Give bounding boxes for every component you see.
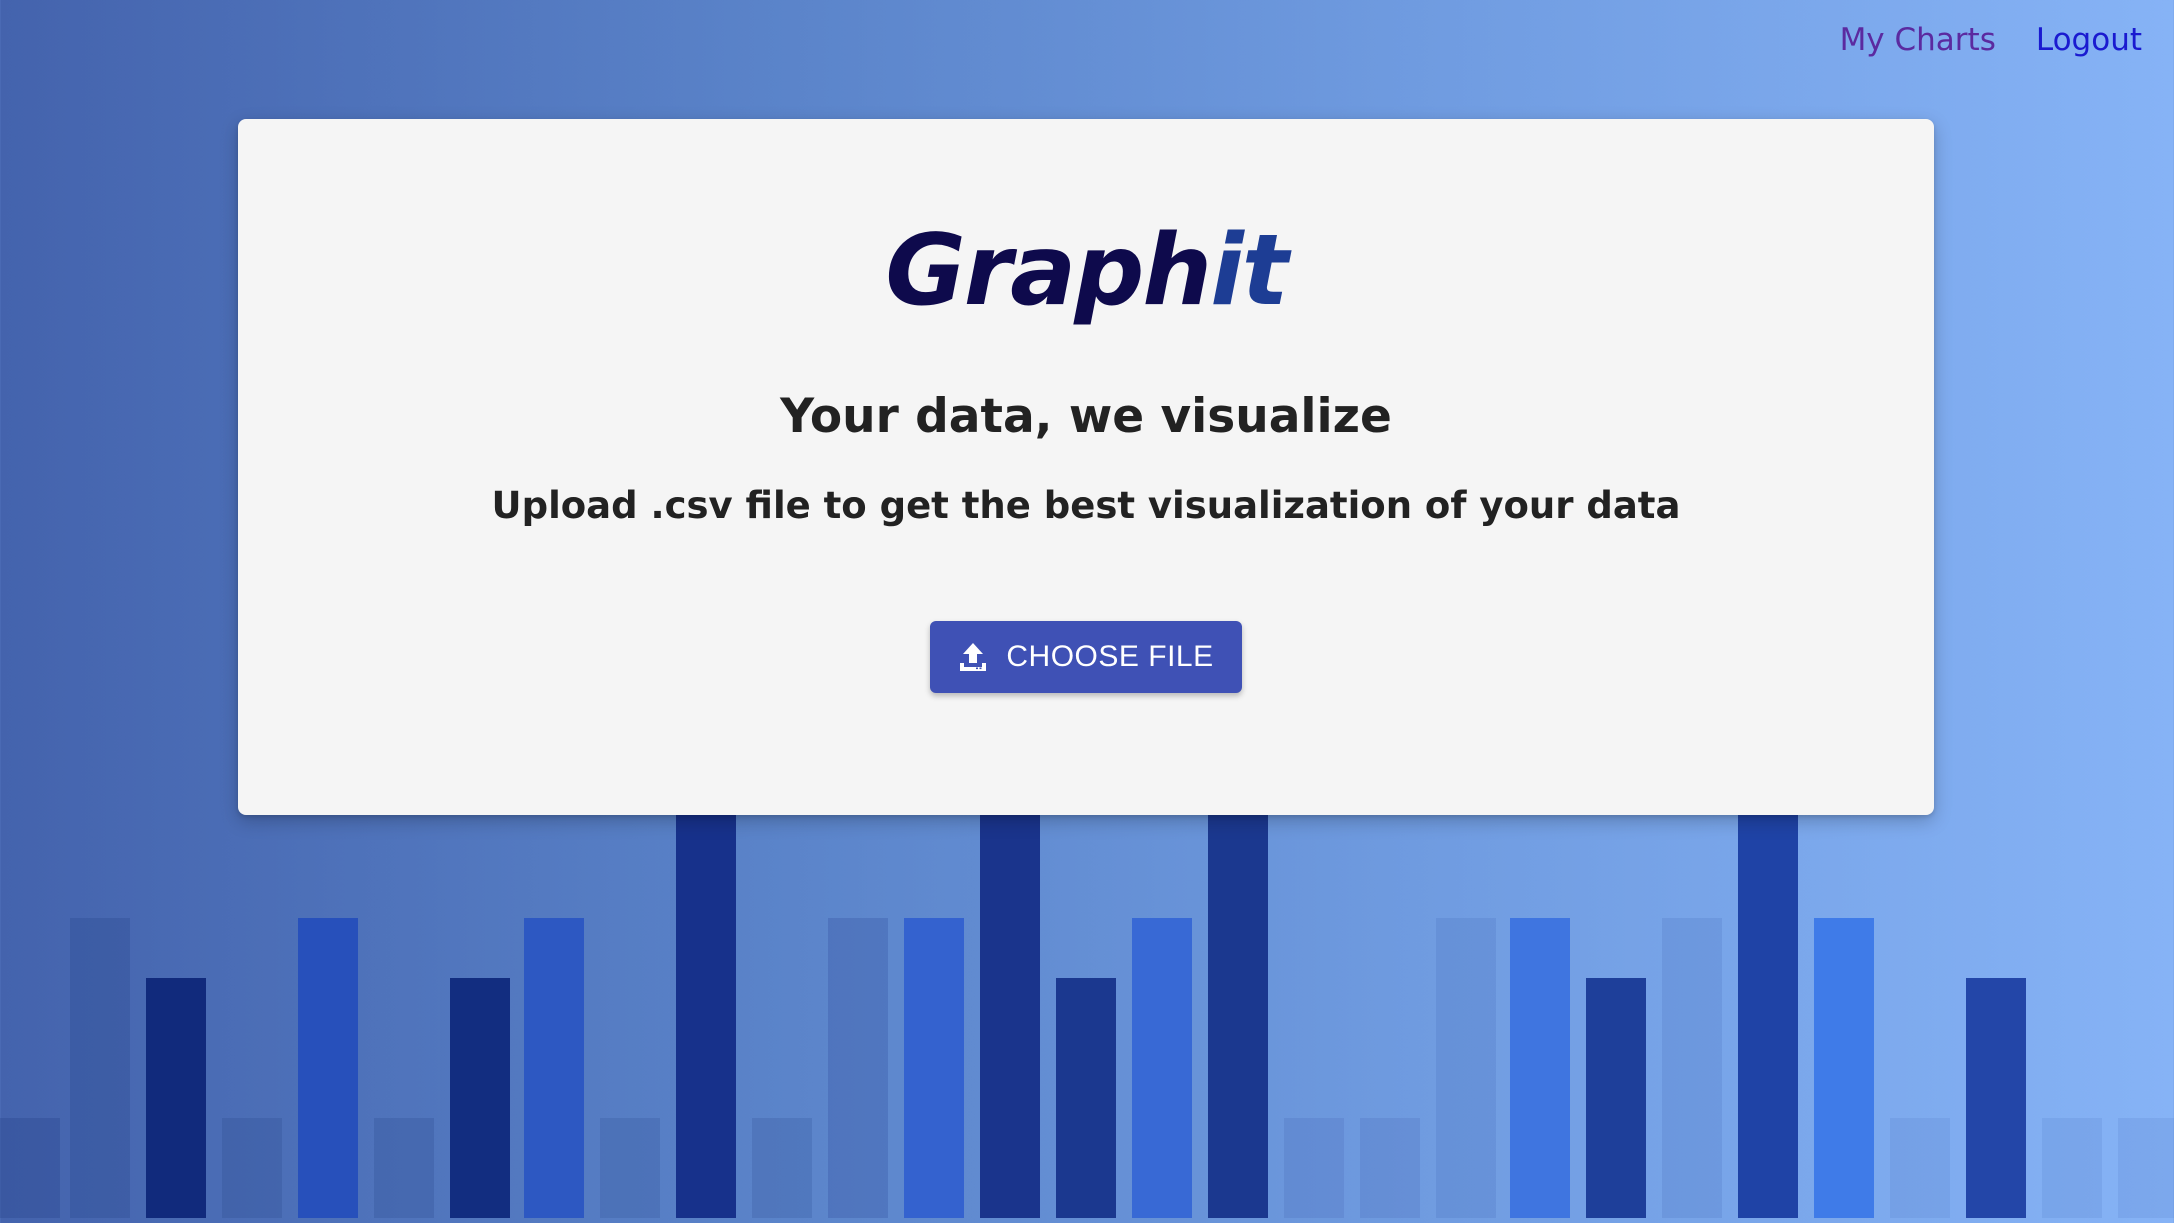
upload-icon xyxy=(958,641,988,673)
background-bar xyxy=(524,918,584,1218)
page-subline: Upload .csv file to get the best visuali… xyxy=(491,484,1681,527)
background-bar xyxy=(1284,1118,1344,1218)
page-headline: Your data, we visualize xyxy=(780,389,1392,444)
choose-file-label: CHOOSE FILE xyxy=(1006,640,1214,673)
background-bar xyxy=(2118,1118,2174,1218)
background-bar xyxy=(0,1118,60,1218)
logout-link[interactable]: Logout xyxy=(2036,18,2142,62)
background-bar xyxy=(828,918,888,1218)
background-bar xyxy=(1814,918,1874,1218)
background-bar xyxy=(146,978,206,1218)
background-bar xyxy=(1208,790,1268,1218)
logo-main-text: Graph xyxy=(885,214,1212,328)
my-charts-link[interactable]: My Charts xyxy=(1840,18,1996,62)
top-nav: My Charts Logout xyxy=(1840,18,2142,62)
upload-card: Graphit Your data, we visualize Upload .… xyxy=(238,119,1934,815)
background-bar xyxy=(450,978,510,1218)
background-bar xyxy=(374,1118,434,1218)
background-bar xyxy=(1436,918,1496,1218)
background-bar xyxy=(1056,978,1116,1218)
background-bar xyxy=(298,918,358,1218)
background-bar xyxy=(1132,918,1192,1218)
background-bar xyxy=(1360,1118,1420,1218)
choose-file-button[interactable]: CHOOSE FILE xyxy=(930,621,1242,693)
background-bar xyxy=(222,1118,282,1218)
app-logo: Graphit xyxy=(238,211,1934,331)
background-bar xyxy=(752,1118,812,1218)
background-bar xyxy=(676,790,736,1218)
background-bar xyxy=(1510,918,1570,1218)
background-bar xyxy=(1890,1118,1950,1218)
background-bar xyxy=(1586,978,1646,1218)
background-bar xyxy=(2042,1118,2102,1218)
background-bar xyxy=(904,918,964,1218)
logo-accent-text: it xyxy=(1210,214,1288,328)
background-bar xyxy=(1738,790,1798,1218)
background-bar xyxy=(1662,918,1722,1218)
background-bar xyxy=(70,918,130,1218)
background-bar xyxy=(600,1118,660,1218)
background-bar xyxy=(980,790,1040,1218)
background-bar xyxy=(1966,978,2026,1218)
